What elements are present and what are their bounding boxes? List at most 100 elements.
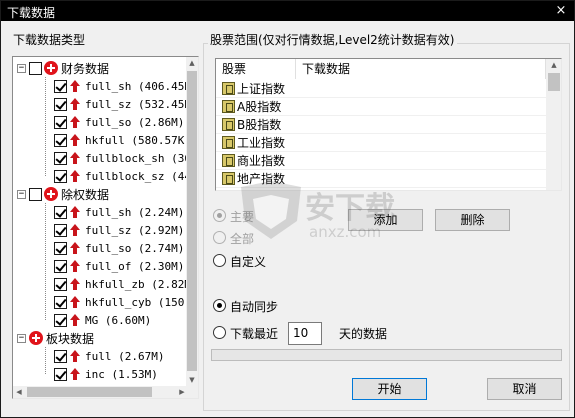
tree-item-label: full_sh (2.24M) (85, 205, 185, 219)
days-input[interactable]: 10 (288, 322, 322, 345)
tree-item[interactable]: fullblock_sz (44 (54, 167, 187, 185)
download-arrow-icon (69, 151, 81, 165)
tree-item[interactable]: full_sz (2.92M) (54, 221, 184, 239)
arrow-stem (73, 175, 77, 182)
item-checkbox[interactable] (54, 313, 67, 327)
scope-all-label: 全部 (230, 232, 255, 246)
tree-item[interactable]: full_of (2.30M) (54, 257, 184, 275)
tree-item-label: full_sz (2.92M) (85, 223, 185, 237)
tree-item[interactable]: full_sh (406.45K (54, 77, 187, 95)
cancel-button[interactable]: 取消 (487, 378, 562, 400)
tree-item[interactable]: full_so (2.74M) (54, 239, 184, 257)
stock-row[interactable]: 地产指数 (216, 170, 546, 188)
item-checkbox[interactable] (54, 97, 67, 111)
download-arrow-icon (69, 79, 81, 93)
tree-item[interactable]: fullblock_sh (36 (54, 149, 187, 167)
scope-all-radio[interactable] (213, 231, 226, 244)
tree-item-label: full_so (2.74M) (85, 241, 185, 255)
scroll-left-icon[interactable]: ◀ (13, 386, 25, 398)
tree-item[interactable]: inc (1.53M) (54, 365, 158, 383)
group-checkbox[interactable] (29, 187, 42, 201)
scroll-up-icon[interactable]: ▲ (186, 57, 198, 69)
item-checkbox[interactable] (54, 277, 67, 291)
item-checkbox[interactable] (54, 295, 67, 309)
download-arrow-icon (69, 97, 81, 111)
item-checkbox[interactable] (54, 367, 67, 381)
tree-group-label: 除权数据 (61, 187, 110, 202)
tree-item[interactable]: full_sz (532.45K (54, 95, 187, 113)
item-checkbox[interactable] (54, 241, 67, 255)
download-recent-radio[interactable] (213, 326, 226, 339)
item-checkbox[interactable] (54, 169, 67, 183)
add-button[interactable]: 添加 (348, 209, 423, 231)
tree-item[interactable]: full (2.67M) (54, 347, 164, 365)
column-header-download[interactable]: 下载数据 (296, 59, 546, 79)
arrow-stem (73, 85, 77, 92)
tree-item[interactable]: full_so (2.86M) (54, 113, 184, 131)
tree-item[interactable]: MG (6.60M) (54, 311, 151, 329)
item-checkbox[interactable] (54, 205, 67, 219)
stock-list: 股票 下载数据 上证指数 A股指数 B股指数工业指数商业指数地产指数公用指数 ▲ (215, 58, 562, 191)
stock-row[interactable]: A股指数 (216, 98, 546, 116)
scrollbar-thumb[interactable] (548, 73, 560, 91)
delete-button[interactable]: 删除 (435, 209, 510, 231)
tree-connector (45, 347, 46, 374)
item-checkbox[interactable] (54, 223, 67, 237)
tree-horizontal-scrollbar[interactable]: ◀ ▶ (13, 386, 198, 398)
collapse-icon[interactable]: − (17, 333, 26, 343)
scroll-right-icon[interactable]: ▶ (176, 386, 188, 398)
window-title: 下载数据 (7, 6, 56, 20)
group-checkbox[interactable] (29, 61, 42, 75)
tree-group[interactable]: − 财务数据 (17, 59, 109, 77)
arrow-stem (73, 103, 77, 110)
tree-group[interactable]: − 除权数据 (17, 185, 109, 203)
scrollbar-thumb[interactable] (187, 71, 197, 371)
stock-name: 公用指数 (237, 188, 285, 190)
stock-index-icon (222, 82, 235, 95)
scope-custom-label: 自定义 (230, 255, 267, 269)
collapse-icon[interactable]: − (17, 63, 26, 73)
collapse-icon[interactable]: − (17, 189, 26, 199)
stock-index-icon (222, 172, 235, 185)
tree-item-label: full_sz (532.45K (85, 97, 187, 111)
arrow-stem (73, 373, 77, 380)
tree-item-label: inc (1.53M) (85, 367, 158, 381)
stock-row[interactable]: B股指数 (216, 116, 546, 134)
download-arrow-icon (69, 223, 81, 237)
tree-group[interactable]: − 板块数据 (17, 329, 94, 347)
item-checkbox[interactable] (54, 151, 67, 165)
arrow-stem (73, 247, 77, 254)
tree-vertical-scrollbar[interactable]: ▲ ▼ (186, 57, 198, 386)
tree-item-label: MG (6.60M) (85, 313, 152, 327)
stock-list-scrollbar[interactable]: ▲ (546, 59, 561, 190)
stock-row[interactable]: 工业指数 (216, 134, 546, 152)
close-icon[interactable]: × (552, 3, 570, 18)
scope-main-radio[interactable] (213, 209, 226, 222)
scope-custom-radio[interactable] (213, 254, 226, 267)
item-checkbox[interactable] (54, 79, 67, 93)
column-header-stock[interactable]: 股票 (216, 59, 296, 79)
tree-item[interactable]: hkfull_zb (2.82M (54, 275, 187, 293)
data-type-title: 下载数据类型 (13, 33, 86, 47)
title-bar: 下载数据 × (1, 1, 574, 21)
tree-item-label: fullblock_sz (44 (85, 169, 187, 183)
tree-item[interactable]: full_sh (2.24M) (54, 203, 184, 221)
stock-name: A股指数 (237, 100, 282, 114)
scroll-down-icon[interactable]: ▼ (186, 374, 198, 386)
arrow-stem (73, 229, 77, 236)
scrollbar-thumb[interactable] (27, 387, 152, 397)
item-checkbox[interactable] (54, 133, 67, 147)
item-checkbox[interactable] (54, 259, 67, 273)
stock-row[interactable]: 公用指数 (216, 188, 546, 190)
scroll-up-icon[interactable]: ▲ (548, 59, 560, 71)
tree-item[interactable]: hkfull (580.57K) (54, 131, 187, 149)
start-button[interactable]: 开始 (352, 378, 427, 400)
auto-sync-radio[interactable] (213, 299, 226, 312)
stock-row[interactable]: 商业指数 (216, 152, 546, 170)
stock-row[interactable]: 上证指数 (216, 80, 546, 98)
item-checkbox[interactable] (54, 349, 67, 363)
tree-item[interactable]: hkfull_cyb (150. (54, 293, 187, 311)
item-checkbox[interactable] (54, 115, 67, 129)
stock-name: B股指数 (237, 118, 282, 132)
download-arrow-icon (69, 205, 81, 219)
